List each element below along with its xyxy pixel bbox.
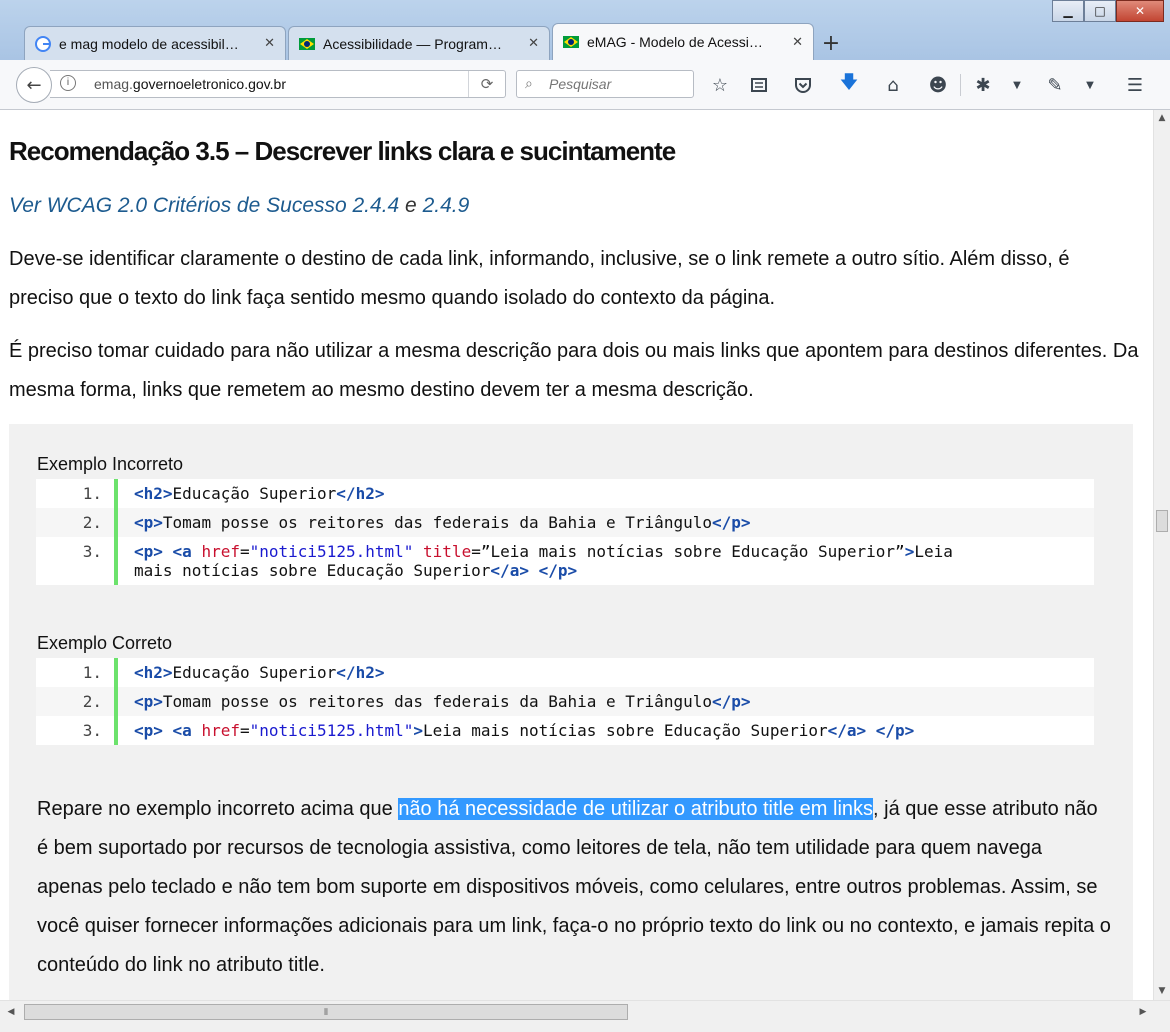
tab-strip: e mag modelo de acessibil… ✕ Acessibilid… [24,22,846,60]
vertical-scroll-thumb[interactable] [1156,510,1168,532]
chevron-down-icon[interactable]: ▼ [1077,72,1103,98]
window-titlebar: e mag modelo de acessibil… ✕ Acessibilid… [0,0,1170,60]
search-icon: ⌕ [525,76,533,92]
paragraph-1: Deve-se identificar claramente o destino… [9,248,1070,309]
url-domain: governoeletronico.gov.br [132,76,286,92]
tab-title: Acessibilidade — Program… [323,35,502,52]
window-controls: ▁ □ ✕ [1052,0,1164,22]
close-window-button[interactable]: ✕ [1116,0,1164,22]
code-content: <p>Tomam posse os reitores das federais … [134,692,751,711]
wcag-link-2-4-4[interactable]: Ver WCAG 2.0 Critérios de Sucesso 2.4.4 [9,194,399,217]
close-tab-icon[interactable]: ✕ [528,36,539,51]
downloads-icon[interactable]: 🡇 [836,72,862,98]
line-number: 2. [36,687,118,716]
horizontal-scroll-thumb[interactable]: ⦀ [24,1004,628,1020]
code-content: <p>Tomam posse os reitores das federais … [134,513,751,532]
url-prefix: emag. [94,76,133,92]
wcag-reference: Ver WCAG 2.0 Critérios de Sucesso 2.4.4 … [9,194,469,218]
close-tab-icon[interactable]: ✕ [792,35,803,50]
close-tab-icon[interactable]: ✕ [264,36,275,51]
line-number: 2. [36,508,118,537]
wcag-conjunction: e [399,194,423,217]
code-block-incorrect: 1. <h2>Educação Superior</h2> 2. <p>Toma… [36,479,1094,585]
selected-text: não há necessidade de utilizar o atribut… [398,798,874,820]
examples-box: Exemplo Incorreto 1. <h2>Educação Superi… [9,424,1133,1000]
scroll-right-icon[interactable]: ▶ [1136,1004,1150,1020]
back-button[interactable]: ← [16,67,52,103]
code-content: <h2>Educação Superior</h2> [134,663,385,682]
wcag-link-2-4-9[interactable]: 2.4.9 [423,194,470,217]
code-line: 3. <p> <a href="notici5125.html">Leia ma… [36,716,1094,745]
example-incorrect-label: Exemplo Incorreto [37,454,184,474]
new-tab-button[interactable]: + [816,26,846,60]
code-line: 3. <p> <a href="notici5125.html" title=”… [36,537,1094,585]
toolbar-divider [960,74,961,96]
page-content: Recomendação 3.5 – Descrever links clara… [0,110,1153,1000]
navigation-toolbar: i emag.governoeletronico.gov.br ⟳ ← ⌕ ☆ … [0,60,1170,110]
scroll-left-icon[interactable]: ◀ [4,1004,18,1020]
menu-hamburger-icon[interactable]: ☰ [1122,72,1148,98]
home-icon[interactable]: ⌂ [880,72,906,98]
tab-emag[interactable]: eMAG - Modelo de Acessi… ✕ [552,23,814,60]
line-number: 3. [36,716,118,745]
site-info-icon[interactable]: i [60,75,76,91]
search-bar[interactable]: ⌕ [516,70,694,98]
code-content: <p> <a href="notici5125.html" title=”Lei… [134,542,963,580]
eyedropper-icon[interactable]: ✎ [1042,72,1068,98]
code-content: <h2>Educação Superior</h2> [134,484,385,503]
page-heading: Recomendação 3.5 – Descrever links clara… [9,136,676,166]
brazil-flag-icon [299,37,315,50]
paragraph-2: É preciso tomar cuidado para não utiliza… [9,340,1139,401]
scroll-up-icon[interactable]: ▲ [1154,110,1170,127]
tab-title: e mag modelo de acessibil… [59,35,239,52]
bug-addon-icon[interactable]: ✱ [970,72,996,98]
maximize-button[interactable]: □ [1084,0,1116,22]
bookmark-star-icon[interactable]: ☆ [707,72,733,98]
scroll-down-icon[interactable]: ▼ [1154,983,1170,1000]
chevron-down-icon[interactable]: ▼ [1004,72,1030,98]
brazil-flag-icon [563,36,579,48]
code-block-correct: 1. <h2>Educação Superior</h2> 2. <p>Toma… [36,658,1094,745]
line-number: 1. [36,479,118,508]
back-arrow-icon: ← [26,74,42,96]
code-content: <p> <a href="notici5125.html">Leia mais … [134,721,915,740]
code-line: 2. <p>Tomam posse os reitores das federa… [36,508,1094,537]
search-input[interactable] [547,75,691,93]
url-text[interactable]: emag.governoeletronico.gov.br [94,76,286,92]
code-line: 1. <h2>Educação Superior</h2> [36,658,1094,687]
code-line: 1. <h2>Educação Superior</h2> [36,479,1094,508]
line-number: 1. [36,658,118,687]
vertical-scrollbar[interactable]: ▲ ▼ [1153,110,1170,1000]
pocket-icon[interactable] [790,72,816,98]
horizontal-scrollbar[interactable]: ◀ ⦀ ▶ [0,1000,1170,1032]
code-line: 2. <p>Tomam posse os reitores das federa… [36,687,1094,716]
minimize-button[interactable]: ▁ [1052,0,1084,22]
google-icon [35,35,51,52]
reload-icon[interactable]: ⟳ [468,71,505,97]
smiley-addon-icon[interactable]: ☻ [925,72,951,98]
explanation-note: Repare no exemplo incorreto acima que nã… [37,798,1111,976]
url-bar[interactable]: i emag.governoeletronico.gov.br ⟳ [50,70,506,98]
tab-google-search[interactable]: e mag modelo de acessibil… ✕ [24,26,286,60]
line-number: 3. [36,537,118,585]
tab-acessibilidade[interactable]: Acessibilidade — Program… ✕ [288,26,550,60]
reading-list-icon[interactable] [746,72,772,98]
tab-title: eMAG - Modelo de Acessi… [587,34,763,50]
example-correct-label: Exemplo Correto [37,633,173,653]
